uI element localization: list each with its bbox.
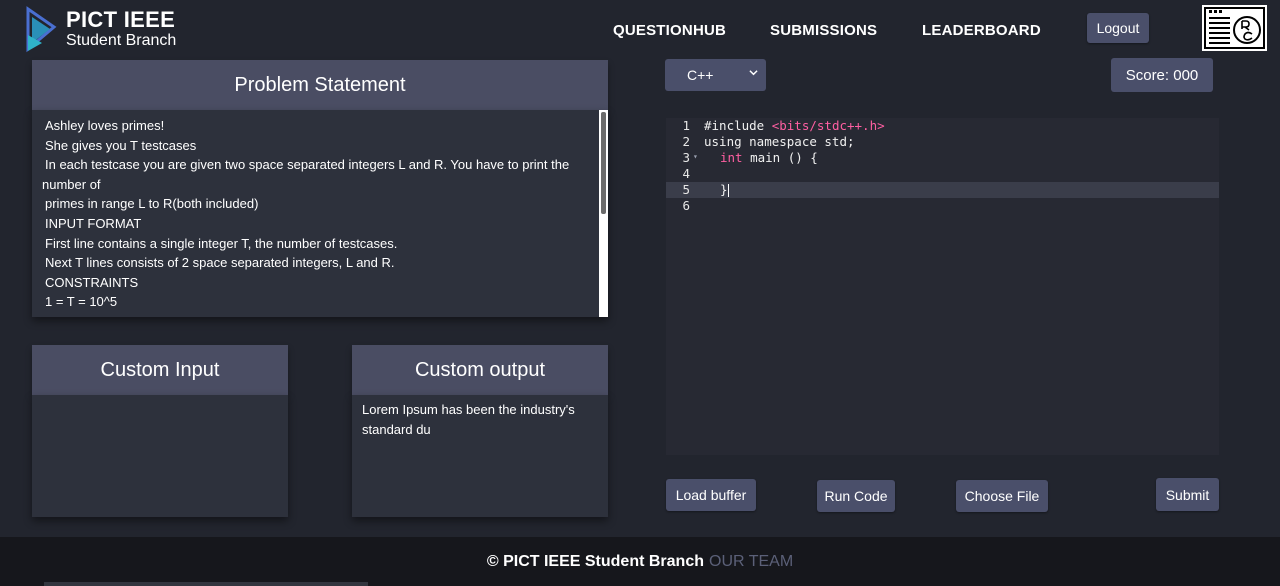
statement-line: primes in range L to R(both included) — [45, 196, 259, 212]
statement-line: First line contains a single integer T, … — [45, 235, 398, 251]
statement-line: CONSTRAINTS — [45, 274, 139, 290]
line-number: 3 — [682, 150, 690, 165]
statement-line: Ashley loves primes! — [45, 118, 165, 133]
statement-line: Next T lines consists of 2 space separat… — [45, 255, 395, 271]
problem-statement-title: Problem Statement — [234, 73, 406, 96]
chevron-down-icon — [749, 70, 758, 76]
code-line[interactable]: 6 — [666, 198, 1219, 214]
nav-submissions[interactable]: SUBMISSIONS — [770, 22, 877, 39]
problem-statement-header: Problem Statement — [32, 60, 608, 110]
custom-input-field[interactable] — [32, 395, 288, 517]
statement-line: number of — [42, 176, 101, 192]
nav-leaderboard[interactable]: LEADERBOARD — [922, 22, 1041, 39]
footer: © PICT IEEE Student Branch OUR TEAM — [0, 537, 1280, 586]
nav-questionhub[interactable]: QUESTIONHUB — [613, 22, 726, 39]
statement-line: She gives you T testcases — [45, 137, 197, 153]
custom-output-header: Custom output — [352, 345, 608, 395]
code-text: using namespace std; — [704, 134, 855, 149]
line-number: 5 — [682, 182, 690, 197]
statement-scrollbar[interactable] — [599, 110, 608, 317]
code-line[interactable]: 1 #include <bits/stdc++.h> — [666, 118, 1219, 134]
logout-button[interactable]: Logout — [1087, 13, 1149, 43]
code-text: main () { — [742, 150, 818, 165]
code-line-active[interactable]: 5 } — [666, 182, 1219, 198]
language-select[interactable]: C++ — [665, 59, 766, 91]
statement-line: 1 = T = 10^5 — [45, 294, 118, 310]
code-line[interactable]: 4 — [666, 166, 1219, 182]
text-cursor — [727, 184, 729, 197]
custom-output-text: Lorem Ipsum has been the industry's stan… — [362, 402, 575, 437]
line-number: 6 — [682, 198, 690, 213]
our-team-link[interactable]: OUR TEAM — [709, 553, 793, 571]
brand-subtitle: Student Branch — [66, 32, 177, 49]
code-text: <bits/stdc++.h> — [771, 118, 885, 133]
line-number: 4 — [682, 166, 690, 181]
brand-title: PICT IEEE — [66, 7, 176, 32]
line-number: 1 — [682, 118, 690, 133]
rc-logo-icon[interactable] — [1202, 5, 1267, 51]
load-buffer-button[interactable]: Load buffer — [666, 479, 756, 511]
footer-divider — [44, 582, 368, 586]
run-code-button[interactable]: Run Code — [817, 480, 895, 512]
code-line[interactable]: 3 ▾ int main () { — [666, 150, 1219, 166]
custom-output-body: Lorem Ipsum has been the industry's stan… — [352, 395, 608, 517]
fold-arrow-icon[interactable]: ▾ — [693, 149, 698, 165]
code-text: #include — [704, 118, 772, 133]
brand-logo[interactable]: PICT IEEE Student Branch — [24, 4, 176, 54]
code-editor[interactable]: 1 #include <bits/stdc++.h> 2 using names… — [666, 118, 1219, 455]
custom-input-header: Custom Input — [32, 345, 288, 395]
custom-output-title: Custom output — [414, 358, 546, 381]
ieee-logo-icon — [24, 5, 60, 53]
code-line[interactable]: 2 using namespace std; — [666, 134, 1219, 150]
custom-input-title: Custom Input — [100, 358, 220, 381]
language-selected: C++ — [687, 67, 714, 83]
statement-line: In each testcase you are given two space… — [45, 157, 570, 173]
statement-line: INPUT FORMAT — [45, 215, 142, 231]
score-display: Score: 000 — [1111, 58, 1213, 92]
choose-file-button[interactable]: Choose File — [956, 480, 1048, 512]
code-text: } — [720, 182, 728, 197]
problem-statement-body: Ashley loves primes! She gives you T tes… — [32, 110, 608, 317]
code-text: int — [720, 150, 743, 165]
line-number: 2 — [682, 134, 690, 149]
footer-copyright: © PICT IEEE Student Branch — [486, 552, 704, 570]
statement-scroll-thumb[interactable] — [601, 112, 606, 214]
submit-button[interactable]: Submit — [1156, 478, 1219, 511]
